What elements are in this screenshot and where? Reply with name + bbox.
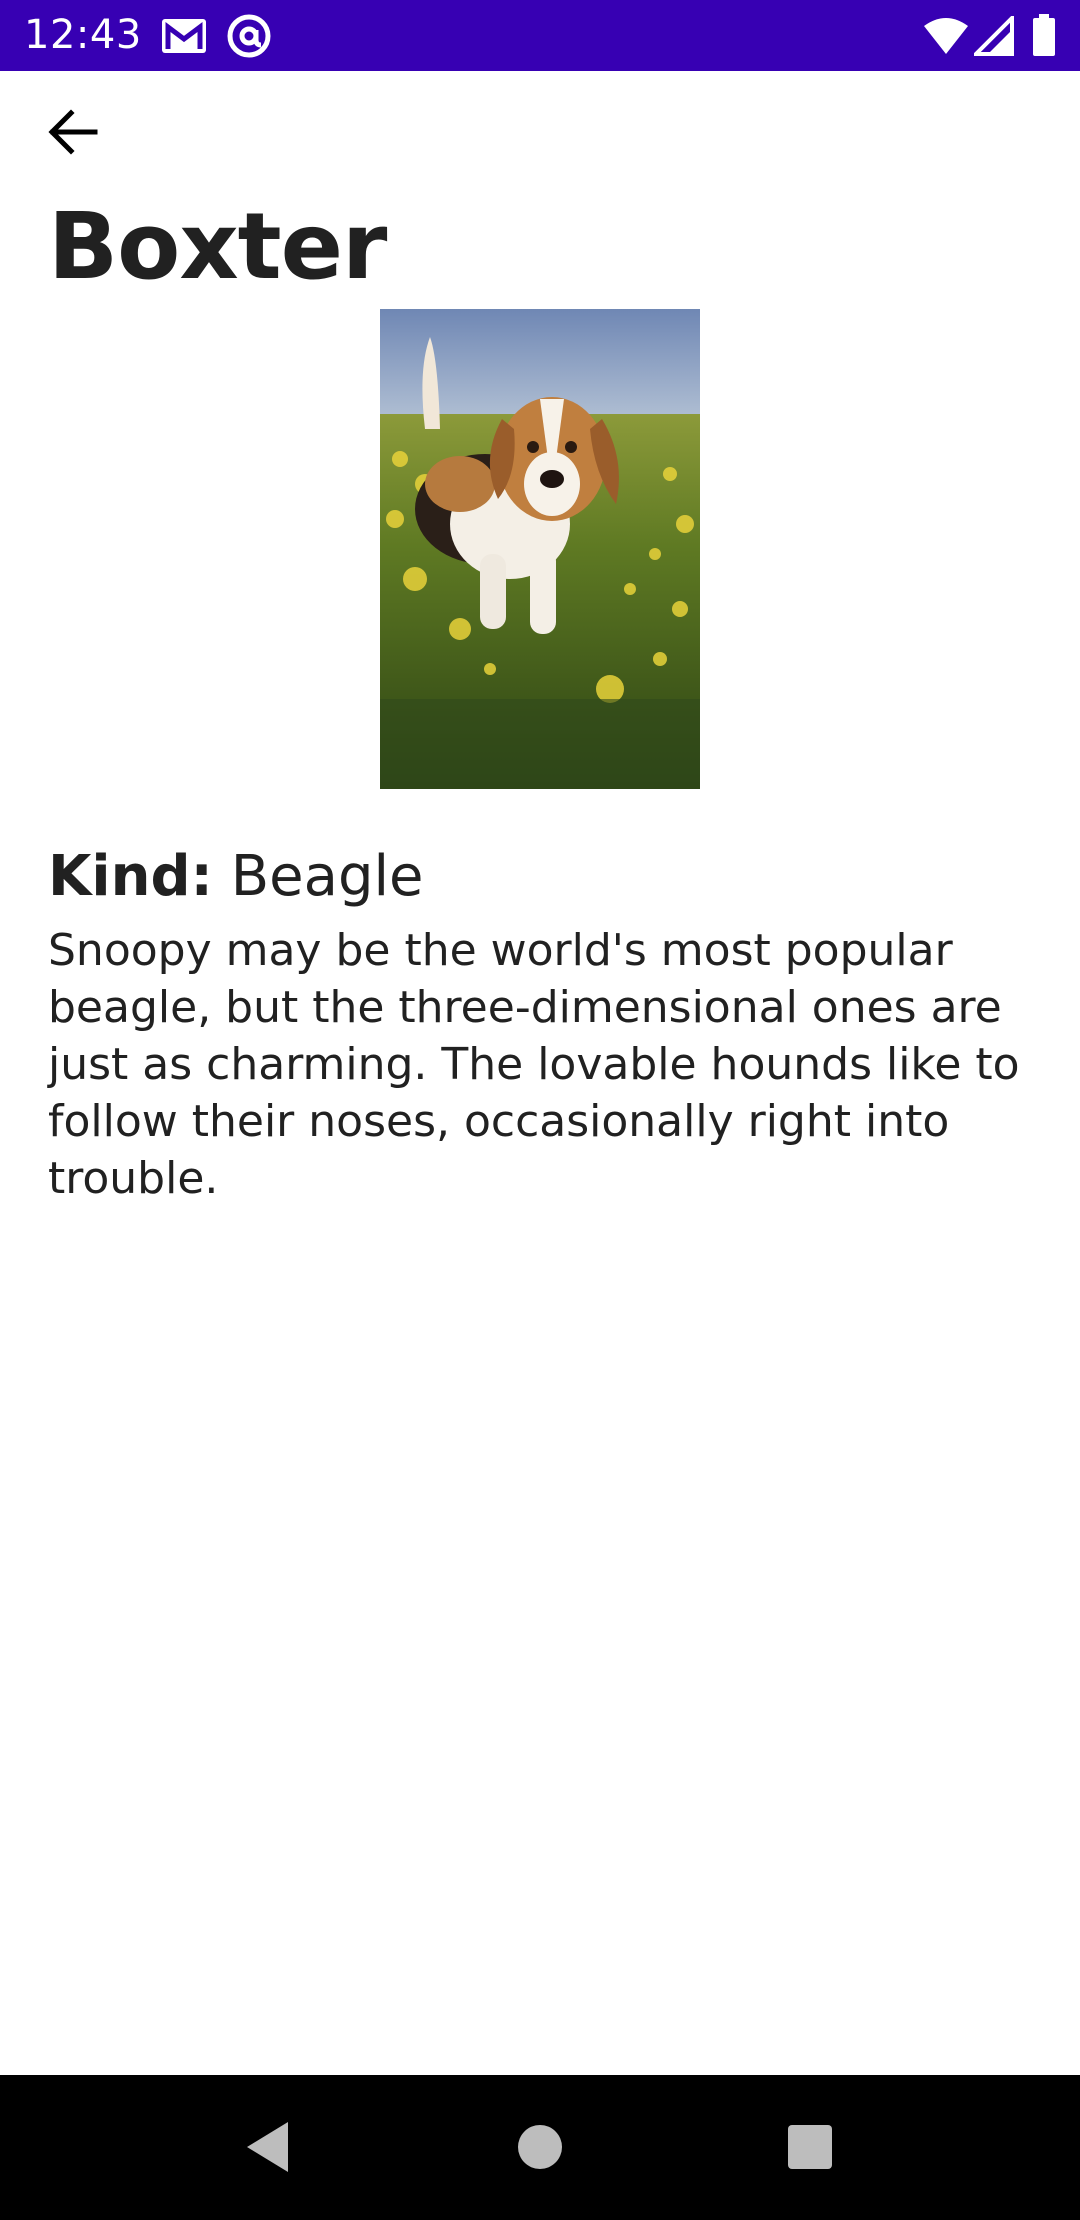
kind-value: Beagle (230, 844, 424, 909)
back-button[interactable] (36, 96, 108, 168)
nav-back-icon (247, 2122, 288, 2172)
phone-screen: 12:43 Boxter Kind: Beagle Snoopy may be … (0, 0, 1080, 2220)
page-title: Boxter (48, 193, 387, 300)
battery-icon (1033, 14, 1055, 56)
wifi-icon (924, 18, 968, 54)
status-bar: 12:43 (0, 0, 1080, 71)
kind-line: Kind: Beagle (48, 843, 424, 911)
arrow-back-icon (48, 109, 98, 155)
gmail-icon (162, 19, 206, 53)
pet-description: Snoopy may be the world's most popular b… (48, 925, 1020, 1204)
nav-recents-icon (788, 2125, 832, 2169)
signal-icon (974, 16, 1014, 56)
beagle-photo-icon (380, 309, 700, 789)
navigation-bar (0, 2075, 1080, 2220)
at-sign-icon (227, 14, 271, 58)
nav-home-button[interactable] (508, 2115, 572, 2179)
status-time: 12:43 (24, 12, 142, 58)
kind-label: Kind: (48, 844, 213, 909)
nav-recents-button[interactable] (778, 2115, 842, 2179)
pet-photo (380, 309, 700, 789)
nav-home-icon (518, 2125, 562, 2169)
nav-back-button[interactable] (236, 2115, 300, 2179)
